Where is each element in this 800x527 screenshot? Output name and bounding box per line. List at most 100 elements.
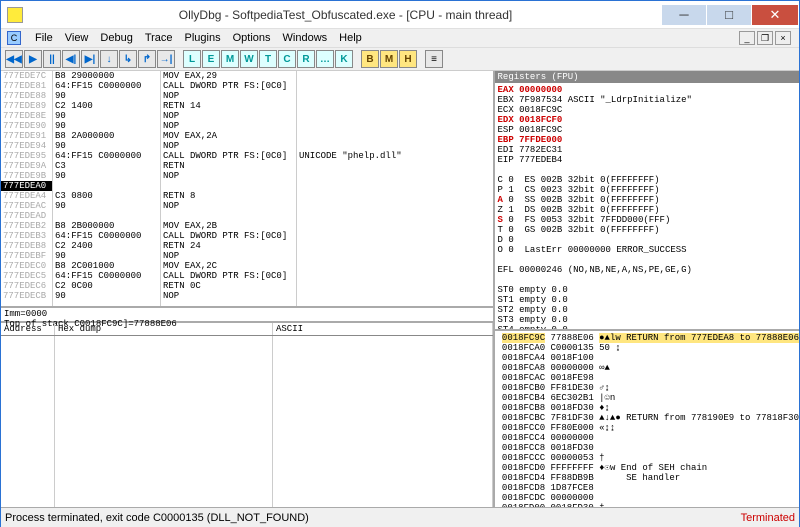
toolbar-nav[interactable]: ↳ <box>119 50 137 68</box>
menu-trace[interactable]: Trace <box>139 30 179 46</box>
stack-row[interactable]: 0018FCD0 FFFFFFFF ♦☉w End of SEH chain <box>495 463 799 473</box>
dump-col-ascii[interactable]: ASCII <box>273 323 493 335</box>
disasm-addr[interactable]: 777EDEC6 <box>1 281 52 291</box>
disasm-hex[interactable]: C3 <box>53 161 160 171</box>
disasm-comment[interactable] <box>297 251 493 261</box>
disasm-comment[interactable] <box>297 181 493 191</box>
toolbar-W[interactable]: W <box>240 50 258 68</box>
disasm-asm[interactable]: NOP <box>161 291 296 301</box>
child-close[interactable]: × <box>775 31 791 45</box>
toolbar-M[interactable]: M <box>221 50 239 68</box>
close-button[interactable]: ✕ <box>752 5 798 25</box>
disasm-comment[interactable]: UNICODE "phelp.dll" <box>297 151 493 161</box>
toolbar-L[interactable]: L <box>183 50 201 68</box>
stack-row[interactable]: 0018FD00 0018FD30 † <box>495 503 799 507</box>
disassembly-pane[interactable]: 777EDE7C777EDE81777EDE88777EDE89777EDE8E… <box>1 71 493 308</box>
stack-row[interactable]: 0018FCC8 0018FD30 <box>495 443 799 453</box>
disasm-addr[interactable]: 777EDEBF <box>1 251 52 261</box>
toolbar-nav[interactable]: →| <box>157 50 175 68</box>
disasm-asm[interactable]: CALL DWORD PTR FS:[0C0] <box>161 271 296 281</box>
disasm-hex[interactable] <box>53 181 160 191</box>
toolbar-T[interactable]: T <box>259 50 277 68</box>
disasm-comment[interactable] <box>297 291 493 301</box>
disasm-addr[interactable]: 777EDEB2 <box>1 221 52 231</box>
toolbar-nav[interactable]: ▶ <box>24 50 42 68</box>
disasm-addr[interactable]: 777EDE81 <box>1 81 52 91</box>
stack-row[interactable]: 0018FCB8 0018FD30 ♦↨ <box>495 403 799 413</box>
stack-row[interactable]: 0018FC9C 77888E06 ●▲lw RETURN from 777ED… <box>495 333 799 343</box>
disasm-addr[interactable]: 777EDE9B <box>1 171 52 181</box>
disasm-hex[interactable]: B8 29000000 <box>53 71 160 81</box>
dump-col-address[interactable]: Address <box>1 323 55 335</box>
disasm-comment[interactable] <box>297 241 493 251</box>
disasm-addr[interactable]: 777EDEB8 <box>1 241 52 251</box>
disasm-asm[interactable]: CALL DWORD PTR FS:[0C0] <box>161 151 296 161</box>
disasm-addr[interactable]: 777EDE95 <box>1 151 52 161</box>
disasm-addr[interactable]: 777EDE90 <box>1 121 52 131</box>
disasm-comment[interactable] <box>297 121 493 131</box>
toolbar-nav[interactable]: ▶| <box>81 50 99 68</box>
stack-row[interactable]: 0018FCB4 6EC302B1 |☺n <box>495 393 799 403</box>
stack-row[interactable]: 0018FCBC 7F81DF30 ▲↓▲● RETURN from 77819… <box>495 413 799 423</box>
disasm-asm[interactable]: MOV EAX,2B <box>161 221 296 231</box>
stack-pane[interactable]: 0018FC9C 77888E06 ●▲lw RETURN from 777ED… <box>495 331 799 507</box>
hex-dump-pane[interactable]: Address Hex dump ASCII <box>1 323 493 507</box>
stack-row[interactable]: 0018FCD8 1D87FCE8 <box>495 483 799 493</box>
disasm-asm[interactable]: NOP <box>161 141 296 151</box>
disasm-addr[interactable]: 777EDECB <box>1 291 52 301</box>
disasm-asm[interactable]: RETN 14 <box>161 101 296 111</box>
disasm-comment[interactable] <box>297 261 493 271</box>
disasm-asm[interactable] <box>161 211 296 221</box>
disasm-hex[interactable]: 90 <box>53 251 160 261</box>
disasm-addr[interactable]: 777EDEAC <box>1 201 52 211</box>
disasm-addr[interactable]: 777EDE9A <box>1 161 52 171</box>
disasm-asm[interactable]: NOP <box>161 251 296 261</box>
disasm-hex[interactable]: 90 <box>53 91 160 101</box>
disasm-asm[interactable]: CALL DWORD PTR FS:[0C0] <box>161 81 296 91</box>
menu-help[interactable]: Help <box>333 30 368 46</box>
stack-row[interactable]: 0018FCAC 0018FE98 <box>495 373 799 383</box>
disasm-hex[interactable]: 90 <box>53 141 160 151</box>
disasm-asm[interactable]: NOP <box>161 171 296 181</box>
disasm-hex[interactable]: 64:FF15 C0000000 <box>53 151 160 161</box>
disasm-comment[interactable] <box>297 141 493 151</box>
disasm-asm[interactable] <box>161 181 296 191</box>
disasm-asm[interactable]: RETN 8 <box>161 191 296 201</box>
disasm-asm[interactable]: RETN <box>161 161 296 171</box>
stack-row[interactable]: 0018FCDC 00000000 <box>495 493 799 503</box>
disasm-comment[interactable] <box>297 171 493 181</box>
child-minimize[interactable]: _ <box>739 31 755 45</box>
disasm-addr[interactable]: 777EDEA0 <box>1 181 52 191</box>
toolbar-C[interactable]: C <box>278 50 296 68</box>
disasm-hex[interactable]: 90 <box>53 121 160 131</box>
stack-row[interactable]: 0018FCB0 FF81DE30 ♂↨ <box>495 383 799 393</box>
disasm-hex[interactable]: 90 <box>53 111 160 121</box>
registers-pane[interactable]: Registers (FPU) EAX 00000000 EBX 7F98753… <box>495 71 799 331</box>
stack-row[interactable]: 0018FCC4 00000000 <box>495 433 799 443</box>
disasm-asm[interactable]: MOV EAX,2C <box>161 261 296 271</box>
toolbar-nav[interactable]: ↱ <box>138 50 156 68</box>
disasm-addr[interactable]: 777EDE8E <box>1 111 52 121</box>
disasm-addr[interactable]: 777EDEB3 <box>1 231 52 241</box>
stack-row[interactable]: 0018FCC0 FF80E000 «↨↨ <box>495 423 799 433</box>
disasm-comment[interactable] <box>297 91 493 101</box>
cpu-icon[interactable]: C <box>7 31 21 45</box>
disasm-comment[interactable] <box>297 231 493 241</box>
stack-row[interactable]: 0018FCA4 0018F100 <box>495 353 799 363</box>
disasm-asm[interactable]: RETN 24 <box>161 241 296 251</box>
disasm-addr[interactable]: 777EDE7C <box>1 71 52 81</box>
disasm-comment[interactable] <box>297 161 493 171</box>
disasm-addr[interactable]: 777EDEA4 <box>1 191 52 201</box>
toolbar-B[interactable]: B <box>361 50 379 68</box>
stack-row[interactable]: 0018FCD4 FF88DB9B SE handler <box>495 473 799 483</box>
disasm-asm[interactable]: NOP <box>161 91 296 101</box>
disasm-addr[interactable]: 777EDEC0 <box>1 261 52 271</box>
disasm-addr[interactable]: 777EDE89 <box>1 101 52 111</box>
menu-debug[interactable]: Debug <box>94 30 138 46</box>
disasm-hex[interactable] <box>53 211 160 221</box>
disasm-hex[interactable]: B8 2A000000 <box>53 131 160 141</box>
disasm-asm[interactable]: NOP <box>161 111 296 121</box>
disasm-comment[interactable] <box>297 111 493 121</box>
child-restore[interactable]: ❐ <box>757 31 773 45</box>
toolbar-E[interactable]: E <box>202 50 220 68</box>
